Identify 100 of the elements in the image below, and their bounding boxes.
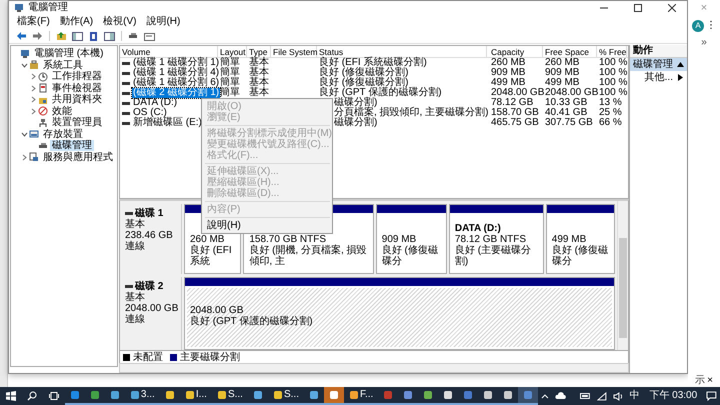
- table-cell: 磁碟分割): [334, 98, 378, 108]
- close-button[interactable]: ×: [707, 375, 713, 387]
- volume-name[interactable]: (磁碟 1 磁碟分割 4): [132, 68, 220, 78]
- clock[interactable]: 下午 03:00: [649, 390, 698, 402]
- panel-header: 動作: [630, 45, 687, 58]
- column-header[interactable]: Capacity: [487, 46, 543, 58]
- chevron-right-icon[interactable]: [30, 73, 37, 80]
- column-header[interactable]: Layout: [218, 46, 247, 58]
- wifi-icon[interactable]: [596, 392, 607, 400]
- column-header[interactable]: % Free: [597, 46, 627, 58]
- menu-item[interactable]: 動作(A): [60, 16, 94, 28]
- partition-status: 良好 (修復磁碟分: [382, 244, 439, 267]
- chevron-up-icon[interactable]: [541, 392, 550, 400]
- chevron-right-icon[interactable]: [30, 96, 37, 104]
- chevron-down-icon[interactable]: [21, 62, 28, 69]
- menu-item[interactable]: 說明(H): [202, 220, 332, 231]
- speaker-icon[interactable]: [612, 392, 622, 400]
- tree-item[interactable]: 存放裝置: [41, 128, 85, 140]
- collapse-arrow-icon: [677, 62, 684, 67]
- table-cell: 499 MB: [545, 78, 580, 88]
- table-cell: 307.75 GB: [545, 118, 593, 128]
- cloud-icon[interactable]: [555, 392, 566, 400]
- storage-icon: [29, 129, 39, 140]
- table-cell: 78.12 GB: [491, 98, 534, 108]
- close-icon: [668, 4, 676, 12]
- table-cell: 499 MB: [491, 78, 526, 88]
- table-cell: 909 MB: [491, 68, 526, 78]
- disk-name: 磁碟 2: [135, 280, 164, 292]
- tree-item[interactable]: 裝置管理員: [50, 117, 104, 128]
- toolbar-button[interactable]: [55, 30, 68, 42]
- taskbar-app[interactable]: I...: [180, 387, 212, 405]
- taskbar-app[interactable]: S...: [212, 387, 248, 405]
- partition-status: 良好 (EFI 系統: [190, 244, 233, 267]
- toolbar-button[interactable]: [87, 30, 100, 42]
- menu-item[interactable]: 說明(H): [146, 16, 180, 28]
- chevron-right-icon[interactable]: [21, 154, 28, 161]
- menu-button[interactable]: ⋮: [706, 20, 716, 32]
- avatar[interactable]: A: [692, 20, 704, 32]
- app-icon: [523, 390, 534, 400]
- maximize-icon: [634, 4, 642, 12]
- table-cell: 良好 (修復磁碟分割): [319, 68, 408, 78]
- scrollbar[interactable]: [617, 201, 628, 350]
- book-icon: [88, 30, 99, 42]
- taskbar-app[interactable]: 3...: [124, 387, 160, 405]
- column-header[interactable]: Type: [247, 46, 271, 58]
- tree-item[interactable]: 效能: [50, 106, 74, 117]
- partition-status: 良好 (GPT 保護的磁碟分割): [190, 316, 314, 328]
- menu-item[interactable]: 檢視(V): [103, 16, 136, 28]
- disk-type: 基本: [125, 292, 145, 303]
- toolbar-button[interactable]: [31, 30, 44, 42]
- table-cell: 良好 (GPT 保護的磁碟分割): [319, 88, 442, 98]
- app-icon: [348, 390, 359, 400]
- action-item[interactable]: 其他...: [630, 71, 687, 84]
- battery-icon[interactable]: [580, 392, 591, 400]
- taskbar-app[interactable]: [324, 387, 344, 405]
- tree-item[interactable]: 工作排程器: [50, 71, 104, 82]
- table-cell: 465.75 GB: [491, 118, 539, 128]
- tree-item[interactable]: 共用資料夾: [50, 94, 104, 106]
- table-cell: 簡單: [220, 78, 240, 88]
- input-method-indicator[interactable]: 中: [629, 390, 640, 402]
- partition-block[interactable]: 2048.00 GB 良好 (GPT 保護的磁碟分割): [187, 288, 612, 347]
- scrollbar-thumb[interactable]: [619, 238, 627, 338]
- partition-bar: [376, 205, 446, 213]
- tree-item[interactable]: 磁碟管理: [50, 140, 94, 152]
- action-section[interactable]: 磁碟管理: [630, 58, 687, 71]
- window-title: 電腦管理: [28, 2, 68, 14]
- column-header[interactable]: Volume: [120, 46, 218, 58]
- taskbar-app[interactable]: F...: [344, 387, 378, 405]
- app-icon: [70, 390, 80, 400]
- overflow-button[interactable]: »: [701, 38, 707, 48]
- table-cell: 66 %: [599, 118, 622, 128]
- volume-name[interactable]: (磁碟 1 磁碟分割 1): [132, 58, 220, 68]
- toolbar-button[interactable]: [103, 30, 116, 42]
- tree-item[interactable]: 系統工具: [41, 60, 85, 71]
- volume-name[interactable]: (磁碟 1 磁碟分割 6): [132, 78, 220, 88]
- column-header[interactable]: File System: [271, 46, 317, 58]
- column-header[interactable]: Free Space: [543, 46, 597, 58]
- app-icon: [164, 390, 175, 400]
- table-cell: 2048.00 GB: [545, 88, 598, 98]
- tree-item[interactable]: 服務與應用程式: [41, 152, 115, 163]
- notification-icon[interactable]: [706, 391, 717, 401]
- toolbar-button[interactable]: [71, 30, 84, 42]
- folder-up-icon: [56, 30, 67, 42]
- taskbar-app[interactable]: S...: [268, 387, 304, 405]
- chevron-right-icon[interactable]: [30, 84, 37, 92]
- chevron-down-icon[interactable]: [21, 130, 28, 138]
- chevron-right-icon[interactable]: [30, 108, 37, 115]
- volume-name[interactable]: OS (C:): [132, 108, 168, 118]
- volume-name[interactable]: 新增磁碟區 (E:): [132, 118, 203, 128]
- taskbar-app[interactable]: [518, 387, 538, 405]
- toolbar-button[interactable]: [15, 30, 28, 42]
- browser-text: 示: [695, 375, 706, 387]
- partition-size: 78.12 GB NTFS: [454, 234, 528, 245]
- disk-size: 2048.00 GB: [125, 302, 180, 314]
- table-cell: 260 MB: [491, 58, 526, 68]
- tree-item[interactable]: 事件檢視器: [50, 82, 104, 94]
- tree-item[interactable]: 電腦管理 (本機): [32, 48, 106, 60]
- column-header[interactable]: Status: [317, 46, 487, 58]
- menu-item[interactable]: 檔案(F): [17, 16, 50, 28]
- app-icon: [252, 390, 263, 400]
